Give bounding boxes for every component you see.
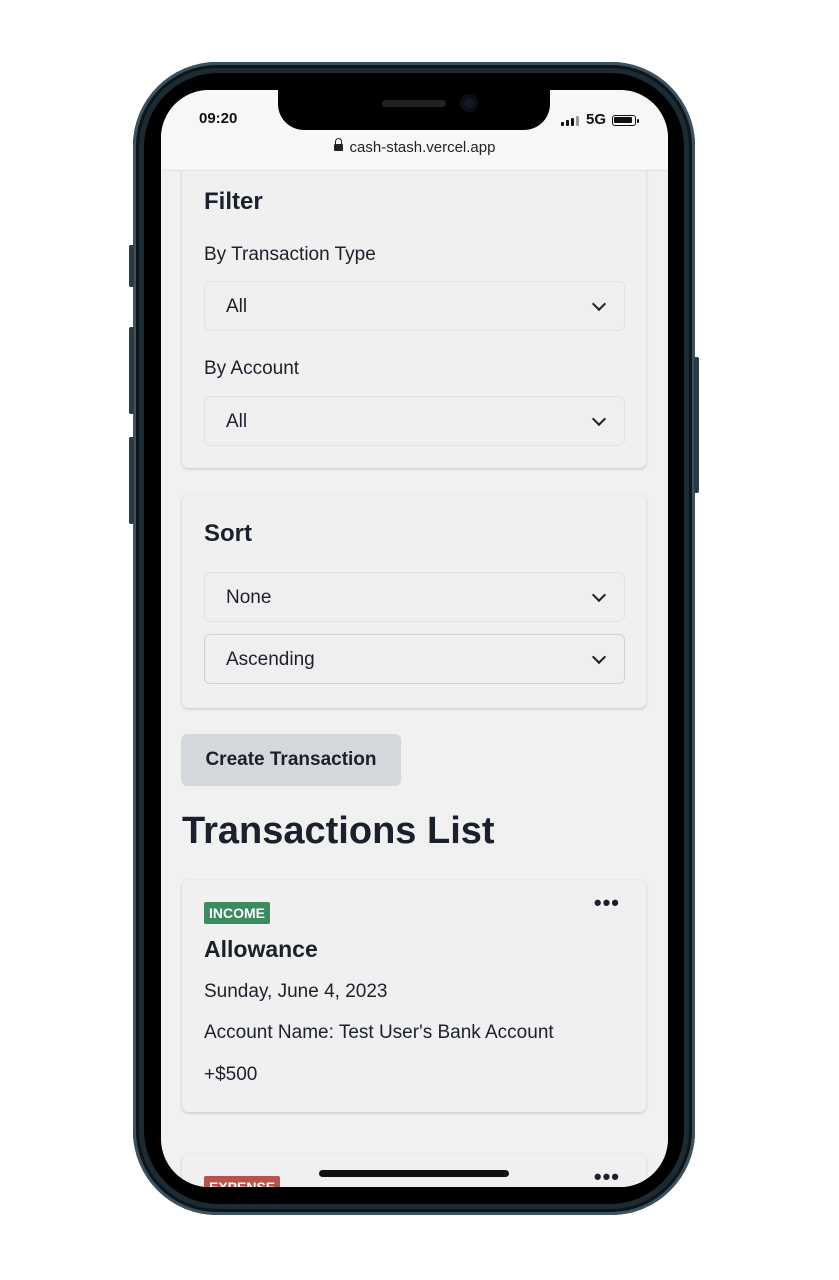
sort-order-select[interactable]: Ascending <box>204 634 625 684</box>
create-transaction-button[interactable]: Create Transaction <box>181 734 401 786</box>
browser-status-bar: 09:20 5G cash-stash.vercel.app <box>161 90 668 171</box>
mute-switch <box>129 245 134 287</box>
speaker-grille <box>382 100 446 107</box>
expense-badge: EXPENSE <box>204 1176 281 1187</box>
transaction-card: INCOME ••• Allowance Sunday, June 4, 202… <box>182 880 646 1112</box>
phone-screen: Filter By Transaction Type All By Accoun… <box>161 90 668 1187</box>
transaction-type-value: All <box>226 296 248 317</box>
account-label: By Account <box>204 358 300 379</box>
chevron-down-icon <box>591 649 607 665</box>
transactions-list-title: Transactions List <box>182 810 495 852</box>
account-select[interactable]: All <box>204 396 625 446</box>
url-text: cash-stash.vercel.app <box>349 139 496 156</box>
transaction-type-select[interactable]: All <box>204 281 625 331</box>
volume-up-button <box>129 327 134 414</box>
sort-order-value: Ascending <box>226 649 315 670</box>
battery-icon <box>612 115 639 126</box>
sort-card: Sort None Ascending <box>182 495 646 708</box>
transaction-date: Sunday, June 4, 2023 <box>204 981 388 1002</box>
chevron-down-icon <box>591 296 607 312</box>
lock-icon <box>333 138 343 151</box>
chevron-down-icon <box>591 411 607 427</box>
income-badge: INCOME <box>204 902 270 924</box>
camera-icon <box>460 94 478 112</box>
power-button <box>694 357 699 493</box>
address-bar[interactable]: cash-stash.vercel.app <box>161 138 668 156</box>
filter-card: Filter By Transaction Type All By Accoun… <box>182 150 646 468</box>
account-value: All <box>226 411 248 432</box>
more-options-icon[interactable]: ••• <box>594 1166 620 1188</box>
signal-icon <box>561 116 579 126</box>
status-time: 09:20 <box>199 110 238 127</box>
sort-field-select[interactable]: None <box>204 572 625 622</box>
more-options-icon[interactable]: ••• <box>594 892 620 914</box>
transaction-name: Allowance <box>204 936 318 962</box>
transaction-amount: +$500 <box>204 1064 258 1085</box>
sort-title: Sort <box>204 520 252 547</box>
notch <box>278 90 550 130</box>
chevron-down-icon <box>591 587 607 603</box>
transaction-account: Account Name: Test User's Bank Account <box>204 1022 554 1043</box>
filter-title: Filter <box>204 188 263 215</box>
home-indicator[interactable] <box>319 1170 509 1177</box>
network-label: 5G <box>586 111 607 128</box>
transaction-type-label: By Transaction Type <box>204 244 376 265</box>
volume-down-button <box>129 437 134 524</box>
sort-field-value: None <box>226 587 272 608</box>
